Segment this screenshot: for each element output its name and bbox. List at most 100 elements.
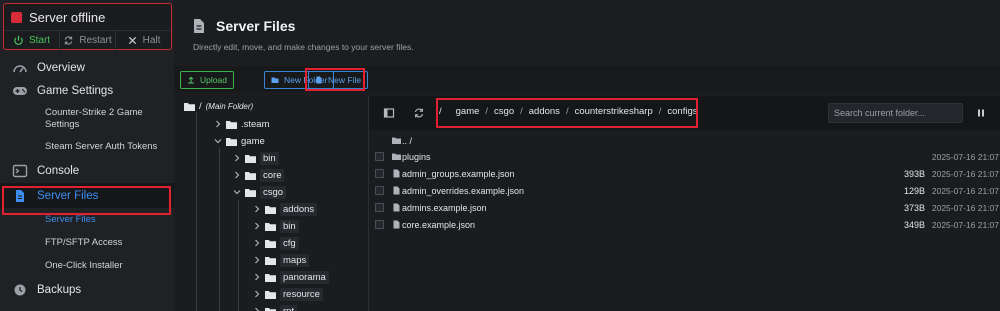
tree-item-label: maps <box>280 253 310 267</box>
list-view-icon[interactable] <box>383 107 395 119</box>
upload-label: Upload <box>200 75 227 85</box>
row-checkbox[interactable] <box>375 169 384 178</box>
pause-icon[interactable] <box>975 107 987 119</box>
sidebar-item-label: One-Click Installer <box>45 259 123 271</box>
tree-item-label: .steam <box>241 118 270 130</box>
file-name: plugins <box>402 151 431 162</box>
tree-item-label: rpt <box>280 304 298 311</box>
file-size: 393B <box>903 168 925 179</box>
breadcrumb-root[interactable]: / <box>439 106 442 117</box>
halt-button[interactable]: Halt <box>116 31 171 50</box>
server-status: Server offline <box>11 10 105 25</box>
tree-item-label: resource <box>280 287 323 301</box>
new-file-label: New File <box>328 75 362 85</box>
tree-item-addons[interactable]: addons <box>253 201 318 217</box>
folder-icon <box>265 222 276 231</box>
tree-item-label: game <box>241 135 265 147</box>
folder-icon <box>184 102 195 111</box>
row-checkbox[interactable] <box>375 203 384 212</box>
breadcrumb-item[interactable]: counterstrikesharp <box>575 106 653 117</box>
refresh-icon[interactable] <box>413 107 425 119</box>
breadcrumb-item[interactable]: addons <box>529 106 560 117</box>
sidebar-nav: Overview Game Settings Counter-Strike 2 … <box>0 58 174 302</box>
tree-item-rpt[interactable]: rpt <box>253 303 298 311</box>
tree-item-csgo[interactable]: csgo <box>233 184 287 200</box>
sidebar: Server offline Start Restart Halt Overvi… <box>0 0 174 311</box>
tree-item-bin[interactable]: bin <box>233 150 279 166</box>
sidebar-item-console[interactable]: Console <box>0 158 174 183</box>
file-size: 349B <box>903 219 925 230</box>
tree-item-steam[interactable]: .steam <box>214 116 270 132</box>
folder-icon <box>226 137 237 146</box>
power-icon <box>14 35 23 45</box>
breadcrumb-item[interactable]: configs <box>667 106 697 117</box>
breadcrumb-item[interactable]: csgo <box>494 106 514 117</box>
tree-item-csgo-bin[interactable]: bin <box>253 218 299 234</box>
start-button[interactable]: Start <box>4 31 60 50</box>
restart-button[interactable]: Restart <box>60 31 116 50</box>
tree-item-label: bin <box>260 151 279 165</box>
sidebar-item-sub-server-files[interactable]: Server Files <box>0 208 174 231</box>
sidebar-item-cs2-settings[interactable]: Counter-Strike 2 Game Settings <box>0 103 174 135</box>
sidebar-item-label: Game Settings <box>37 84 114 97</box>
list-item-parent[interactable]: .. / <box>369 132 1000 149</box>
gauge-icon <box>13 65 27 73</box>
tree-item-cfg[interactable]: cfg <box>253 235 299 251</box>
chevron-right-icon <box>253 222 261 230</box>
tree-item-label: addons <box>280 202 318 216</box>
file-list-panel: / game / csgo / addons / counterstrikesh… <box>368 96 1000 311</box>
tree-item-game[interactable]: game <box>214 133 265 149</box>
breadcrumb: / game / csgo / addons / counterstrikesh… <box>439 106 697 117</box>
halt-label: Halt <box>142 35 161 46</box>
file-name: admin_overrides.example.json <box>402 185 525 196</box>
sidebar-item-steam-tokens[interactable]: Steam Server Auth Tokens <box>0 135 174 158</box>
tree-line <box>219 148 220 311</box>
file-list-toolbar: / game / csgo / addons / counterstrikesh… <box>369 96 1000 130</box>
tree-line <box>196 112 197 311</box>
tree-root[interactable]: / (Main Folder) <box>184 98 253 114</box>
tree-item-resource[interactable]: resource <box>253 286 323 302</box>
sidebar-item-game-settings[interactable]: Game Settings <box>0 78 174 103</box>
chevron-right-icon <box>253 307 261 311</box>
tree-item-core[interactable]: core <box>233 167 285 183</box>
list-item[interactable]: admin_overrides.example.json 129B 2025-0… <box>369 182 1000 199</box>
sidebar-item-ftp[interactable]: FTP/SFTP Access <box>0 231 174 254</box>
row-checkbox[interactable] <box>375 220 384 229</box>
list-item[interactable]: plugins 2025-07-16 21:07 <box>369 148 1000 165</box>
list-item[interactable]: admin_groups.example.json 393B 2025-07-1… <box>369 165 1000 182</box>
file-icon <box>393 220 400 229</box>
breadcrumb-item[interactable]: game <box>456 106 480 117</box>
sidebar-item-installer[interactable]: One-Click Installer <box>0 254 174 277</box>
chevron-right-icon <box>214 120 222 128</box>
folder-icon <box>265 307 276 311</box>
list-item[interactable]: core.example.json 349B 2025-07-16 21:07 <box>369 216 1000 233</box>
folder-tree: / (Main Folder) .steam game bin core csg… <box>174 96 368 311</box>
row-checkbox[interactable] <box>375 186 384 195</box>
upload-icon <box>188 76 194 84</box>
breadcrumb-separator: / <box>565 106 569 117</box>
tree-item-maps[interactable]: maps <box>253 252 310 268</box>
search-input[interactable] <box>828 103 963 123</box>
upload-button[interactable]: Upload <box>180 71 234 89</box>
main-content: Server Files Directly edit, move, and ma… <box>174 0 1000 311</box>
file-icon <box>393 203 400 212</box>
sidebar-item-label: FTP/SFTP Access <box>45 236 123 248</box>
sidebar-item-backups[interactable]: Backups <box>0 277 174 302</box>
sidebar-item-overview[interactable]: Overview <box>0 58 174 78</box>
sidebar-item-label: Steam Server Auth Tokens <box>45 140 158 152</box>
breadcrumb-separator: / <box>485 106 489 117</box>
new-file-button[interactable]: New File <box>308 71 369 89</box>
file-size: 129B <box>903 185 925 196</box>
sidebar-item-label: Server Files <box>45 213 96 225</box>
chevron-right-icon <box>233 154 241 162</box>
tree-item-panorama[interactable]: panorama <box>253 269 329 285</box>
chevron-down-icon <box>214 137 222 145</box>
sidebar-item-server-files[interactable]: Server Files <box>0 183 174 208</box>
folder-icon <box>265 273 276 282</box>
folder-icon <box>265 239 276 248</box>
restart-label: Restart <box>79 35 112 46</box>
tree-item-label: bin <box>280 219 299 233</box>
list-item[interactable]: admins.example.json 373B 2025-07-16 21:0… <box>369 199 1000 216</box>
row-checkbox[interactable] <box>375 152 384 161</box>
file-date: 2025-07-16 21:07 <box>931 151 999 162</box>
